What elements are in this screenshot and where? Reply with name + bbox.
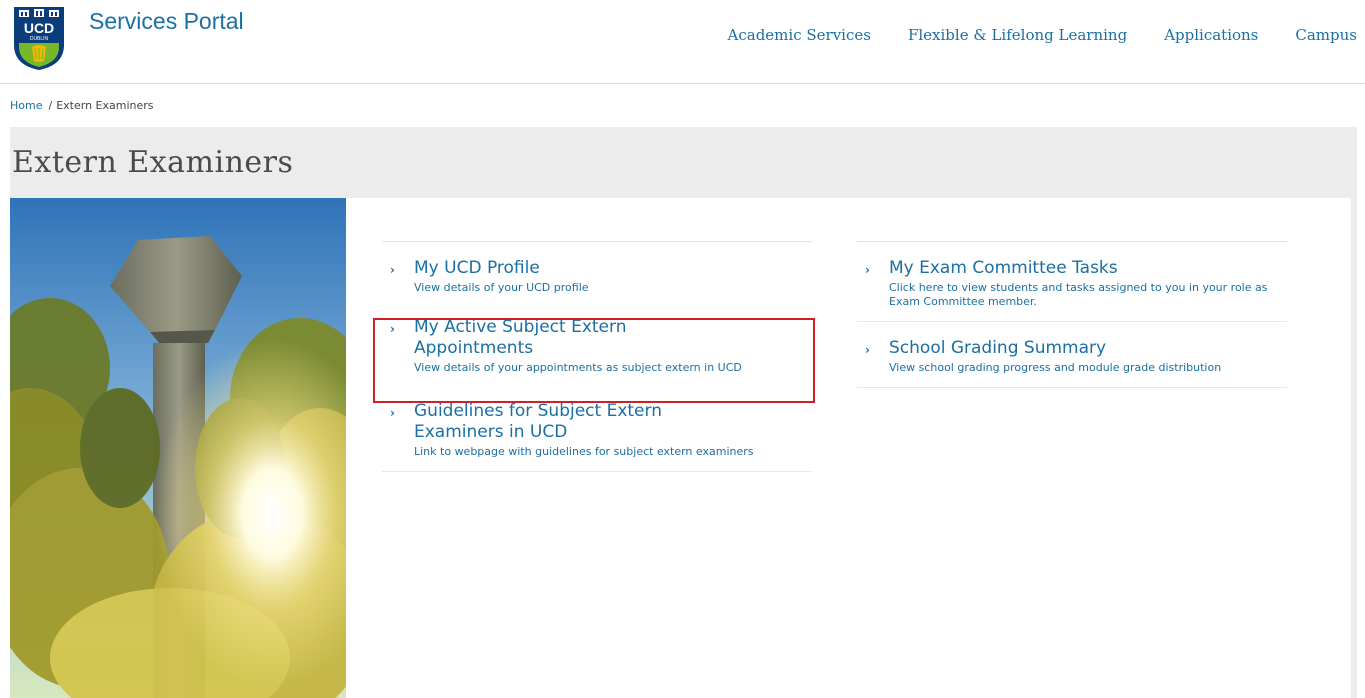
list-item[interactable]: › My UCD Profile View details of your UC… bbox=[382, 242, 812, 307]
link-description: View school grading progress and module … bbox=[889, 361, 1222, 374]
guidelines-subject-extern-examiners-link[interactable]: Guidelines for Subject Extern Examiners … bbox=[414, 401, 734, 443]
link-column-right: › My Exam Committee Tasks Click here to … bbox=[857, 241, 1287, 388]
list-item[interactable]: › Guidelines for Subject Extern Examiner… bbox=[382, 387, 812, 472]
page-title: Extern Examiners bbox=[12, 145, 294, 180]
my-active-subject-extern-appointments-link[interactable]: My Active Subject Extern Appointments bbox=[414, 317, 714, 359]
breadcrumb: Home / Extern Examiners bbox=[10, 99, 154, 112]
nav-academic-services[interactable]: Academic Services bbox=[728, 26, 871, 44]
site-header: UCD DUBLIN Services Portal Academic Serv… bbox=[0, 0, 1365, 84]
chevron-right-icon: › bbox=[865, 343, 870, 357]
campus-water-tower-image bbox=[10, 198, 346, 698]
logo-subtext: DUBLIN bbox=[30, 36, 49, 42]
list-item[interactable]: › My Active Subject Extern Appointments … bbox=[382, 307, 812, 387]
link-description: Link to webpage with guidelines for subj… bbox=[414, 445, 754, 458]
list-item[interactable]: › School Grading Summary View school gra… bbox=[857, 322, 1287, 388]
chevron-right-icon: › bbox=[390, 322, 395, 336]
nav-applications[interactable]: Applications bbox=[1164, 26, 1258, 44]
list-item[interactable]: › My Exam Committee Tasks Click here to … bbox=[857, 242, 1287, 322]
my-ucd-profile-link[interactable]: My UCD Profile bbox=[414, 258, 802, 279]
chevron-right-icon: › bbox=[390, 263, 395, 277]
breadcrumb-home[interactable]: Home bbox=[10, 99, 42, 112]
link-column-left: › My UCD Profile View details of your UC… bbox=[382, 241, 812, 472]
link-description: View details of your UCD profile bbox=[414, 281, 589, 294]
breadcrumb-current: Extern Examiners bbox=[56, 99, 154, 112]
link-description: View details of your appointments as sub… bbox=[414, 361, 742, 374]
ucd-logo[interactable]: UCD DUBLIN bbox=[14, 7, 64, 70]
nav-campus[interactable]: Campus bbox=[1295, 26, 1357, 44]
school-grading-summary-link[interactable]: School Grading Summary bbox=[889, 338, 1277, 359]
nav-flexible-lifelong-learning[interactable]: Flexible & Lifelong Learning bbox=[908, 26, 1127, 44]
breadcrumb-separator: / bbox=[48, 99, 53, 112]
chevron-right-icon: › bbox=[390, 406, 395, 420]
main-nav: Academic Services Flexible & Lifelong Le… bbox=[728, 26, 1357, 44]
portal-title[interactable]: Services Portal bbox=[89, 8, 244, 35]
chevron-right-icon: › bbox=[865, 263, 870, 277]
link-description: Click here to view students and tasks as… bbox=[889, 281, 1268, 308]
my-exam-committee-tasks-link[interactable]: My Exam Committee Tasks bbox=[889, 258, 1277, 279]
logo-text: UCD bbox=[24, 20, 54, 36]
content-panel: › My UCD Profile View details of your UC… bbox=[10, 198, 1351, 698]
